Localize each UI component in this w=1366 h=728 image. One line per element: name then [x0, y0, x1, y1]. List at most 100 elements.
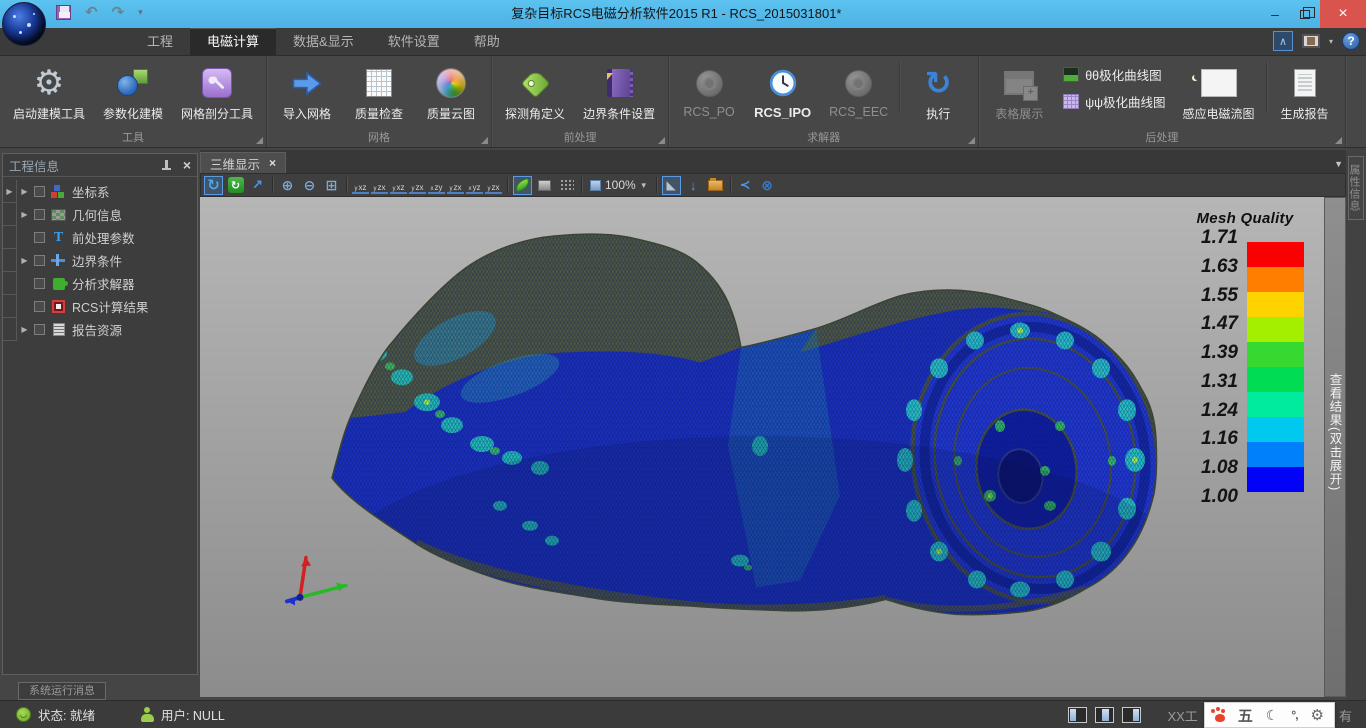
tree-item-geometry-info[interactable]: ▶ 几何信息 [3, 203, 197, 226]
shaded-view-icon[interactable] [513, 176, 532, 195]
layout-right-panel-icon[interactable] [1122, 707, 1141, 723]
checkbox[interactable] [34, 301, 45, 312]
induced-current-map-button[interactable]: 感应电磁流图 [1174, 58, 1264, 131]
arrow-down-icon[interactable]: ↓ [684, 176, 703, 195]
zoom-out-icon[interactable]: ⊖ [300, 176, 319, 195]
view-orientation-button[interactable]: yxz [352, 177, 369, 194]
tab-3d-display[interactable]: 三维显示 × [200, 152, 286, 173]
ime-mode-label[interactable]: 五 [1238, 705, 1253, 726]
view-orientation-button[interactable]: xyz [466, 177, 483, 194]
ime-settings-gear-icon[interactable]: ⚙ [1311, 706, 1324, 724]
collapse-ribbon-icon[interactable]: ∧ [1273, 31, 1293, 51]
tree-root-expander[interactable]: ▶ [3, 180, 17, 203]
expander-icon[interactable]: ▶ [17, 210, 32, 219]
points-view-icon[interactable] [557, 176, 576, 195]
solver-rcs-po-button[interactable]: RCS_PO [673, 58, 745, 131]
ime-punctuation-icon[interactable]: °, [1291, 708, 1297, 722]
display-style-icon[interactable] [1302, 34, 1320, 48]
restore-button[interactable] [1290, 0, 1320, 28]
capture-folder-icon[interactable] [706, 176, 725, 195]
tree-item-analysis-solver[interactable]: 分析求解器 [3, 272, 197, 295]
view-orientation-button[interactable]: xzy [428, 177, 445, 194]
select-face-icon[interactable]: ◣ [662, 176, 681, 195]
view-orientation-button[interactable]: yzx [371, 177, 388, 194]
display-dropdown-icon[interactable]: ▾ [1329, 37, 1333, 46]
close-button[interactable]: × [1320, 0, 1366, 28]
tab-list-dropdown-icon[interactable]: ▼ [1334, 159, 1343, 169]
wireframe-view-icon[interactable] [535, 176, 554, 195]
execute-button[interactable]: ↻ 执行 [902, 58, 974, 131]
quick-access-dropdown-icon[interactable]: ▾ [138, 7, 143, 18]
system-message-tab[interactable]: 系统运行消息 [18, 682, 106, 700]
menu-item-data-display[interactable]: 数据&显示 [276, 28, 371, 56]
ime-logo-paw-icon[interactable] [1215, 714, 1225, 722]
layout-left-panel-icon[interactable] [1068, 707, 1087, 723]
help-icon[interactable]: ? [1342, 32, 1360, 50]
view-orientation-button[interactable]: yzx [485, 177, 502, 194]
tree-item-rcs-results[interactable]: RCS计算结果 [3, 295, 197, 318]
boundary-condition-button[interactable]: 边界条件设置 [574, 58, 664, 131]
import-mesh-button[interactable]: 导入网格 [271, 58, 343, 131]
group-expand-icon[interactable] [658, 137, 665, 144]
view-orientation-button[interactable]: yzx [447, 177, 464, 194]
group-expand-icon[interactable] [968, 137, 975, 144]
pin-icon[interactable] [162, 160, 171, 171]
solver-rcs-ipo-button[interactable]: RCS_IPO [745, 58, 820, 131]
app-logo[interactable] [2, 2, 46, 46]
undo-icon[interactable]: ↶ [85, 5, 98, 20]
zoom-fit-icon[interactable]: ⊞ [322, 176, 341, 195]
solver-rcs-eec-button[interactable]: RCS_EEC [820, 58, 897, 131]
launch-modeling-tool-button[interactable]: ⚙ 启动建模工具 [4, 58, 94, 131]
save-icon[interactable] [56, 5, 71, 20]
group-expand-icon[interactable] [481, 137, 488, 144]
quality-contour-button[interactable]: 质量云图 [415, 58, 487, 131]
mesh-quality-legend: Mesh Quality 1.711.631.551.471.391.311.2… [1186, 210, 1304, 515]
tree-item-report-resources[interactable]: ▶ 报告资源 [3, 318, 197, 341]
tab-close-icon[interactable]: × [269, 156, 276, 170]
menu-item-em-compute[interactable]: 电磁计算 [190, 28, 276, 56]
share-icon[interactable]: ≺ [736, 176, 755, 195]
redo-icon[interactable]: ↷ [112, 5, 125, 20]
checkbox[interactable] [34, 186, 45, 197]
tree-item-preprocess-params[interactable]: T 前处理参数 [3, 226, 197, 249]
menu-item-project[interactable]: 工程 [130, 28, 190, 56]
property-info-tab[interactable]: 属性信息 [1348, 156, 1364, 220]
zoom-in-icon[interactable]: ⊕ [278, 176, 297, 195]
view-results-strip[interactable]: 查看结果(双击展开) [1324, 197, 1346, 697]
layout-center-panel-icon[interactable] [1095, 707, 1114, 723]
group-expand-icon[interactable] [1335, 137, 1342, 144]
quality-check-button[interactable]: 质量检查 [343, 58, 415, 131]
panel-close-icon[interactable]: × [183, 158, 191, 172]
menu-item-help[interactable]: 帮助 [457, 28, 517, 56]
report-icon [53, 323, 65, 336]
3d-canvas[interactable]: Mesh Quality 1.711.631.551.471.391.311.2… [200, 197, 1324, 697]
expander-icon[interactable]: ▶ [17, 256, 32, 265]
pan-tool-icon[interactable]: ↗ [248, 176, 267, 195]
zoom-level-select[interactable]: 100% ▼ [587, 178, 651, 192]
checkbox[interactable] [34, 232, 45, 243]
checkbox[interactable] [34, 209, 45, 220]
menu-item-settings[interactable]: 软件设置 [371, 28, 457, 56]
detect-angle-button[interactable]: 探测角定义 [496, 58, 574, 131]
expander-icon[interactable]: ▶ [17, 187, 32, 196]
checkbox[interactable] [34, 255, 45, 266]
group-expand-icon[interactable] [256, 137, 263, 144]
tree-item-coordinate-system[interactable]: ▶ ▶ 坐标系 [3, 180, 197, 203]
expander-icon[interactable]: ▶ [17, 325, 32, 334]
tree-item-boundary-condition[interactable]: ▶ 边界条件 [3, 249, 197, 272]
refresh-view-icon[interactable]: ↻ [226, 176, 245, 195]
mesh-partition-tool-button[interactable]: 网格剖分工具 [172, 58, 262, 131]
generate-report-button[interactable]: 生成报告 [1269, 58, 1341, 131]
checkbox[interactable] [34, 278, 45, 289]
parametric-modeling-button[interactable]: 参数化建模 [94, 58, 172, 131]
theta-polarization-curve-button[interactable]: θθ极化曲线图 [1063, 65, 1165, 84]
rotate-tool-icon[interactable]: ↻ [204, 176, 223, 195]
checkbox[interactable] [34, 324, 45, 335]
minimize-button[interactable]: – [1260, 0, 1290, 28]
view-orientation-button[interactable]: yzx [409, 177, 426, 194]
ime-fullhalf-moon-icon[interactable]: ☾ [1266, 707, 1279, 724]
table-display-button[interactable]: 表格展示 [983, 58, 1055, 131]
psi-polarization-curve-button[interactable]: ψψ极化曲线图 [1063, 92, 1165, 111]
view-orientation-button[interactable]: yxz [390, 177, 407, 194]
cancel-icon[interactable]: ⊗ [758, 176, 777, 195]
